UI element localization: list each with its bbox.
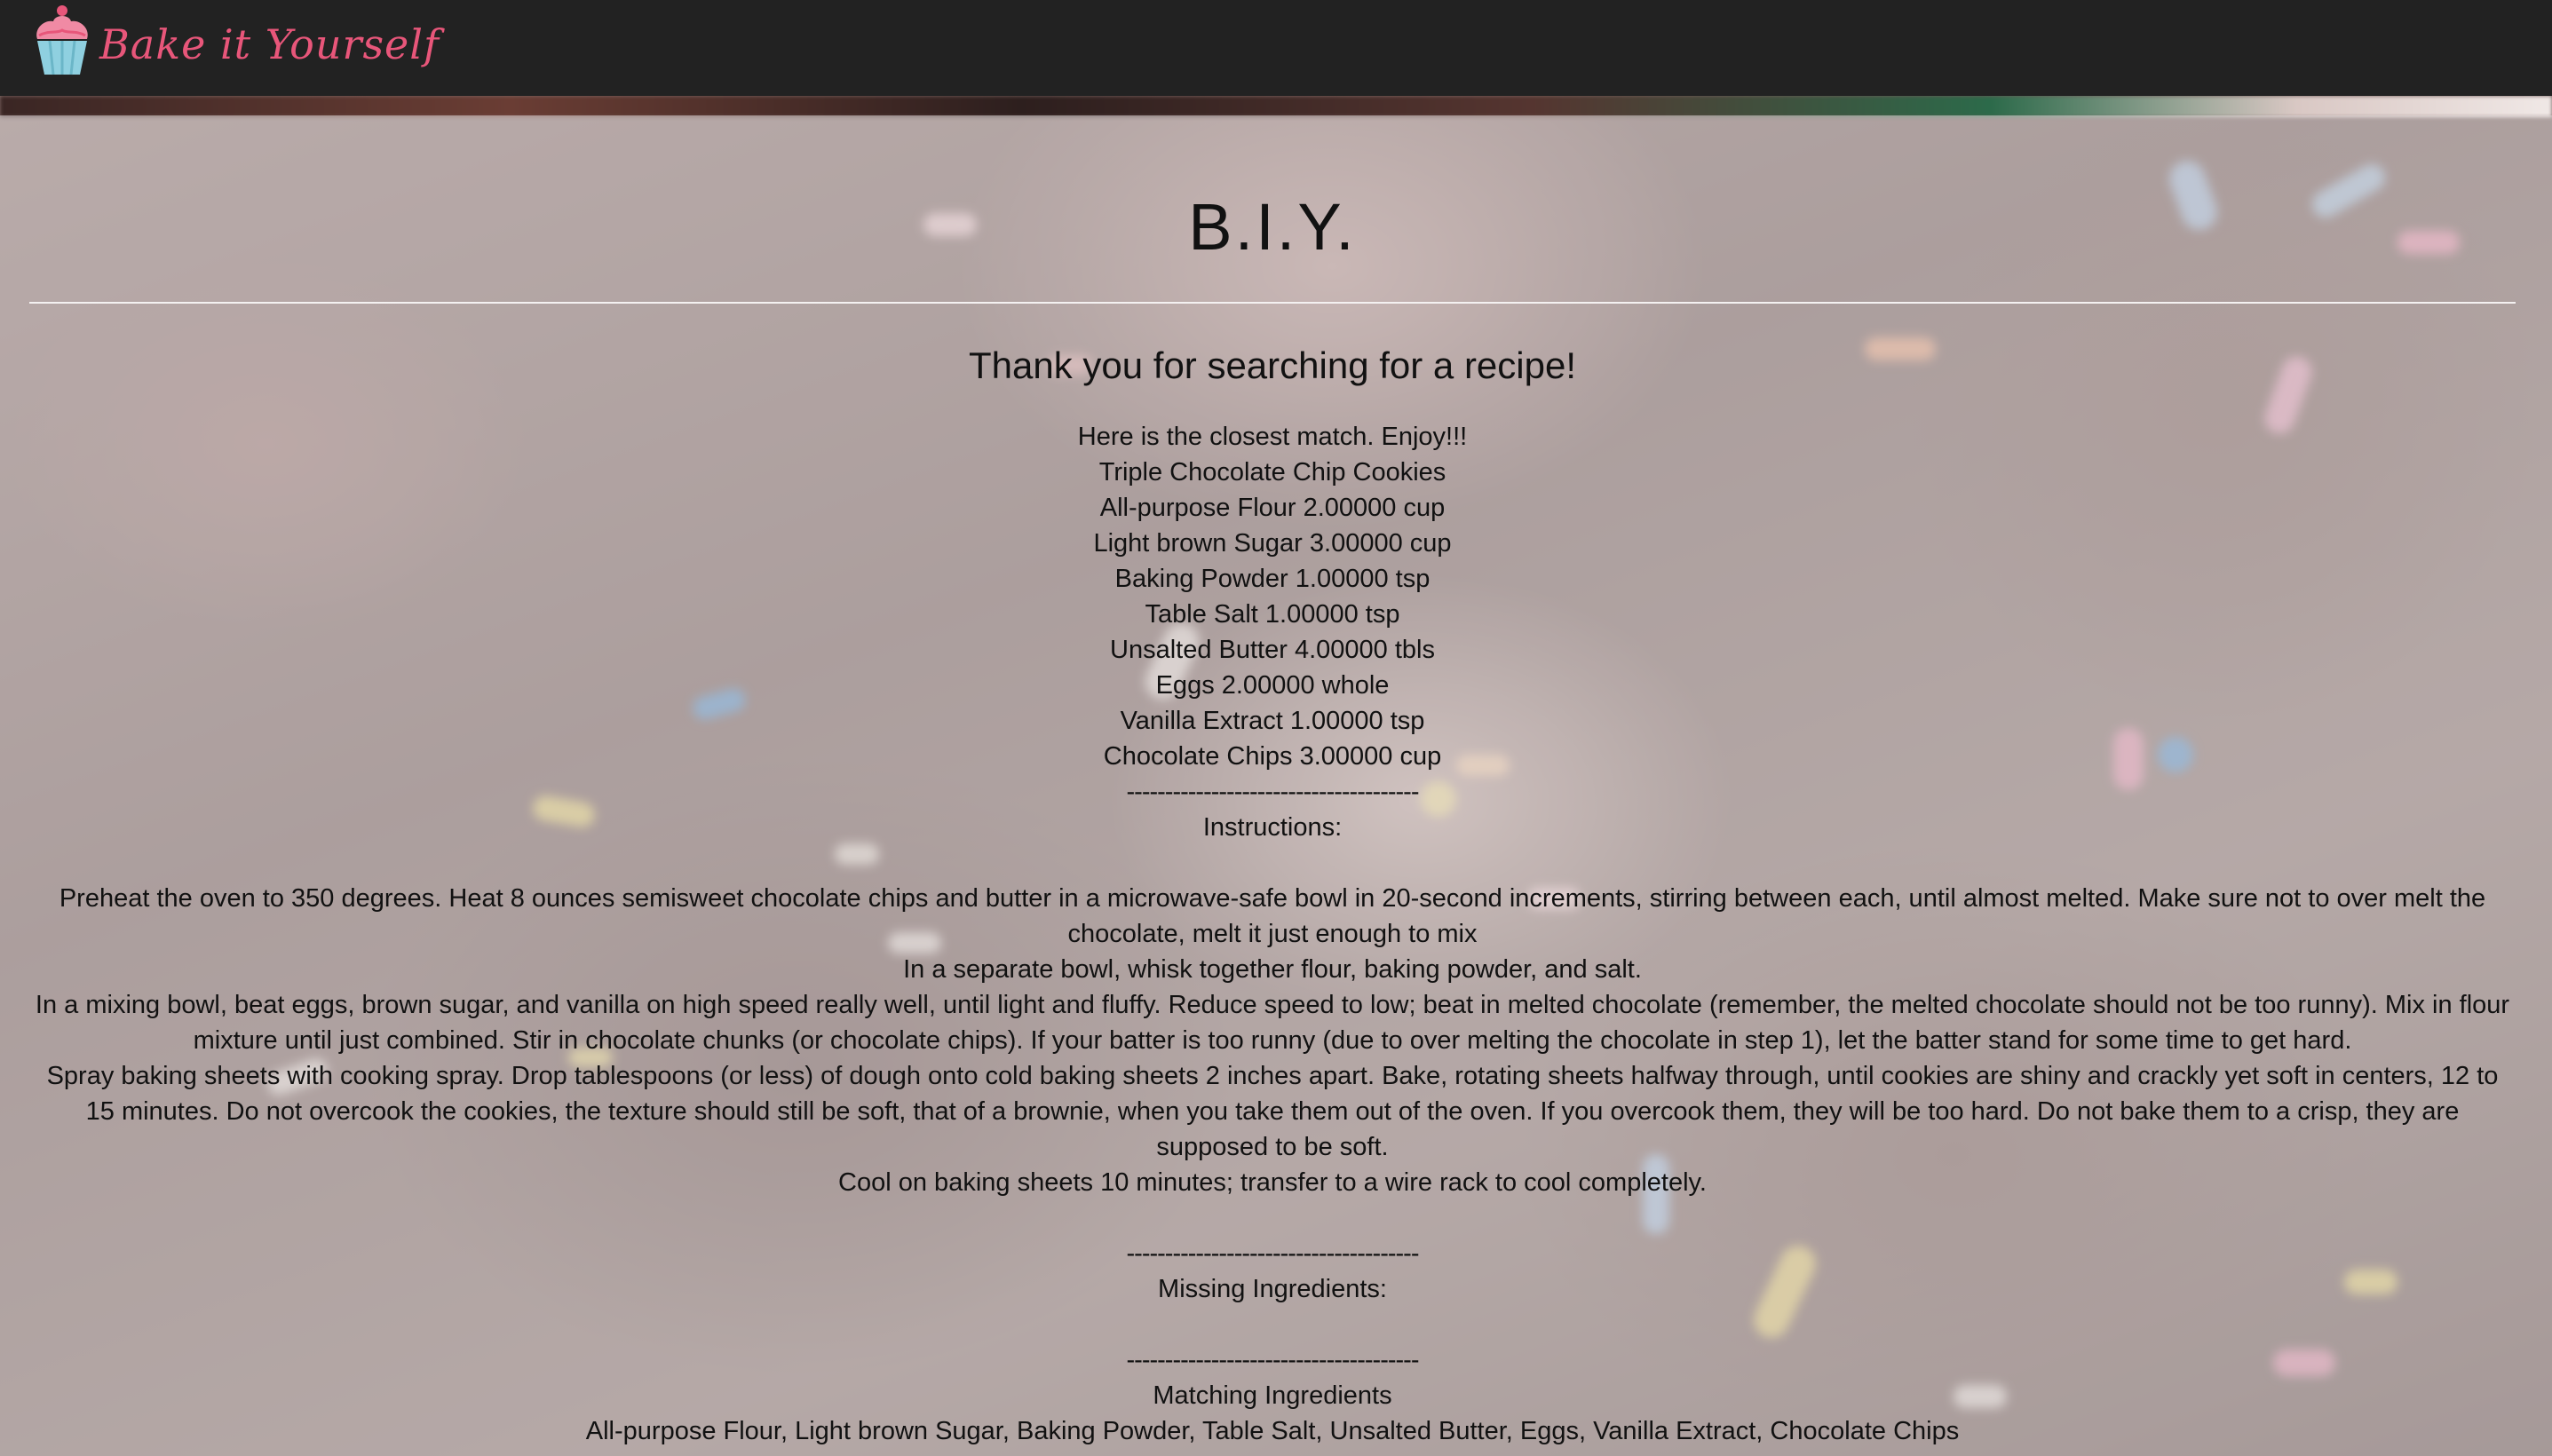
recipe-name: Triple Chocolate Chip Cookies <box>1098 458 1446 487</box>
ingredient-item: Table Salt 1.00000 tsp <box>1145 600 1400 629</box>
ingredient-item: All-purpose Flour 2.00000 cup <box>1099 494 1446 522</box>
instruction-step: Spray baking sheets with cooking spray. … <box>46 1062 2499 1161</box>
ingredient-item: Chocolate Chips 3.00000 cup <box>1103 742 1442 771</box>
ingredient-item: Baking Powder 1.00000 tsp <box>1114 565 1431 593</box>
title-divider <box>29 302 2516 304</box>
instruction-step: Cool on baking sheets 10 minutes; transf… <box>838 1168 1707 1197</box>
missing-ingredients-label: Missing Ingredients: <box>1158 1275 1387 1303</box>
navbar: Bake it Yourself <box>0 0 2552 96</box>
cupcake-icon <box>36 5 88 75</box>
matching-ingredients-list: All-purpose Flour, Light brown Sugar, Ba… <box>585 1417 1960 1445</box>
brand-link[interactable]: Bake it Yourself <box>30 4 440 78</box>
recipe-result: Here is the closest match. Enjoy!!! Trip… <box>29 419 2516 1449</box>
instruction-step: In a mixing bowl, beat eggs, brown sugar… <box>35 991 2510 1055</box>
section-separator: -------------------------------------- <box>1126 1239 1420 1268</box>
ingredient-item: Vanilla Extract 1.00000 tsp <box>1120 707 1425 735</box>
ingredient-item: Light brown Sugar 3.00000 cup <box>1093 529 1452 558</box>
page-title: B.I.Y. <box>1188 190 1357 264</box>
instructions-label: Instructions: <box>1202 813 1343 842</box>
section-separator: -------------------------------------- <box>1126 1346 1420 1374</box>
matching-ingredients-label: Matching Ingredients <box>1153 1381 1392 1410</box>
instruction-step: In a separate bowl, whisk together flour… <box>903 955 1642 984</box>
instruction-step: Preheat the oven to 350 degrees. Heat 8 … <box>59 884 2486 948</box>
brand-name: Bake it Yourself <box>99 20 440 68</box>
page-subtitle: Thank you for searching for a recipe! <box>968 344 1577 386</box>
main-content: B.I.Y. Thank you for searching for a rec… <box>29 115 2516 1449</box>
ingredient-item: Unsalted Butter 4.00000 tbls <box>1110 636 1435 664</box>
recipe-intro: Here is the closest match. Enjoy!!! <box>1077 423 1468 451</box>
ingredient-item: Eggs 2.00000 whole <box>1155 671 1390 700</box>
header-image-strip <box>0 96 2552 117</box>
section-separator: -------------------------------------- <box>1126 778 1420 806</box>
